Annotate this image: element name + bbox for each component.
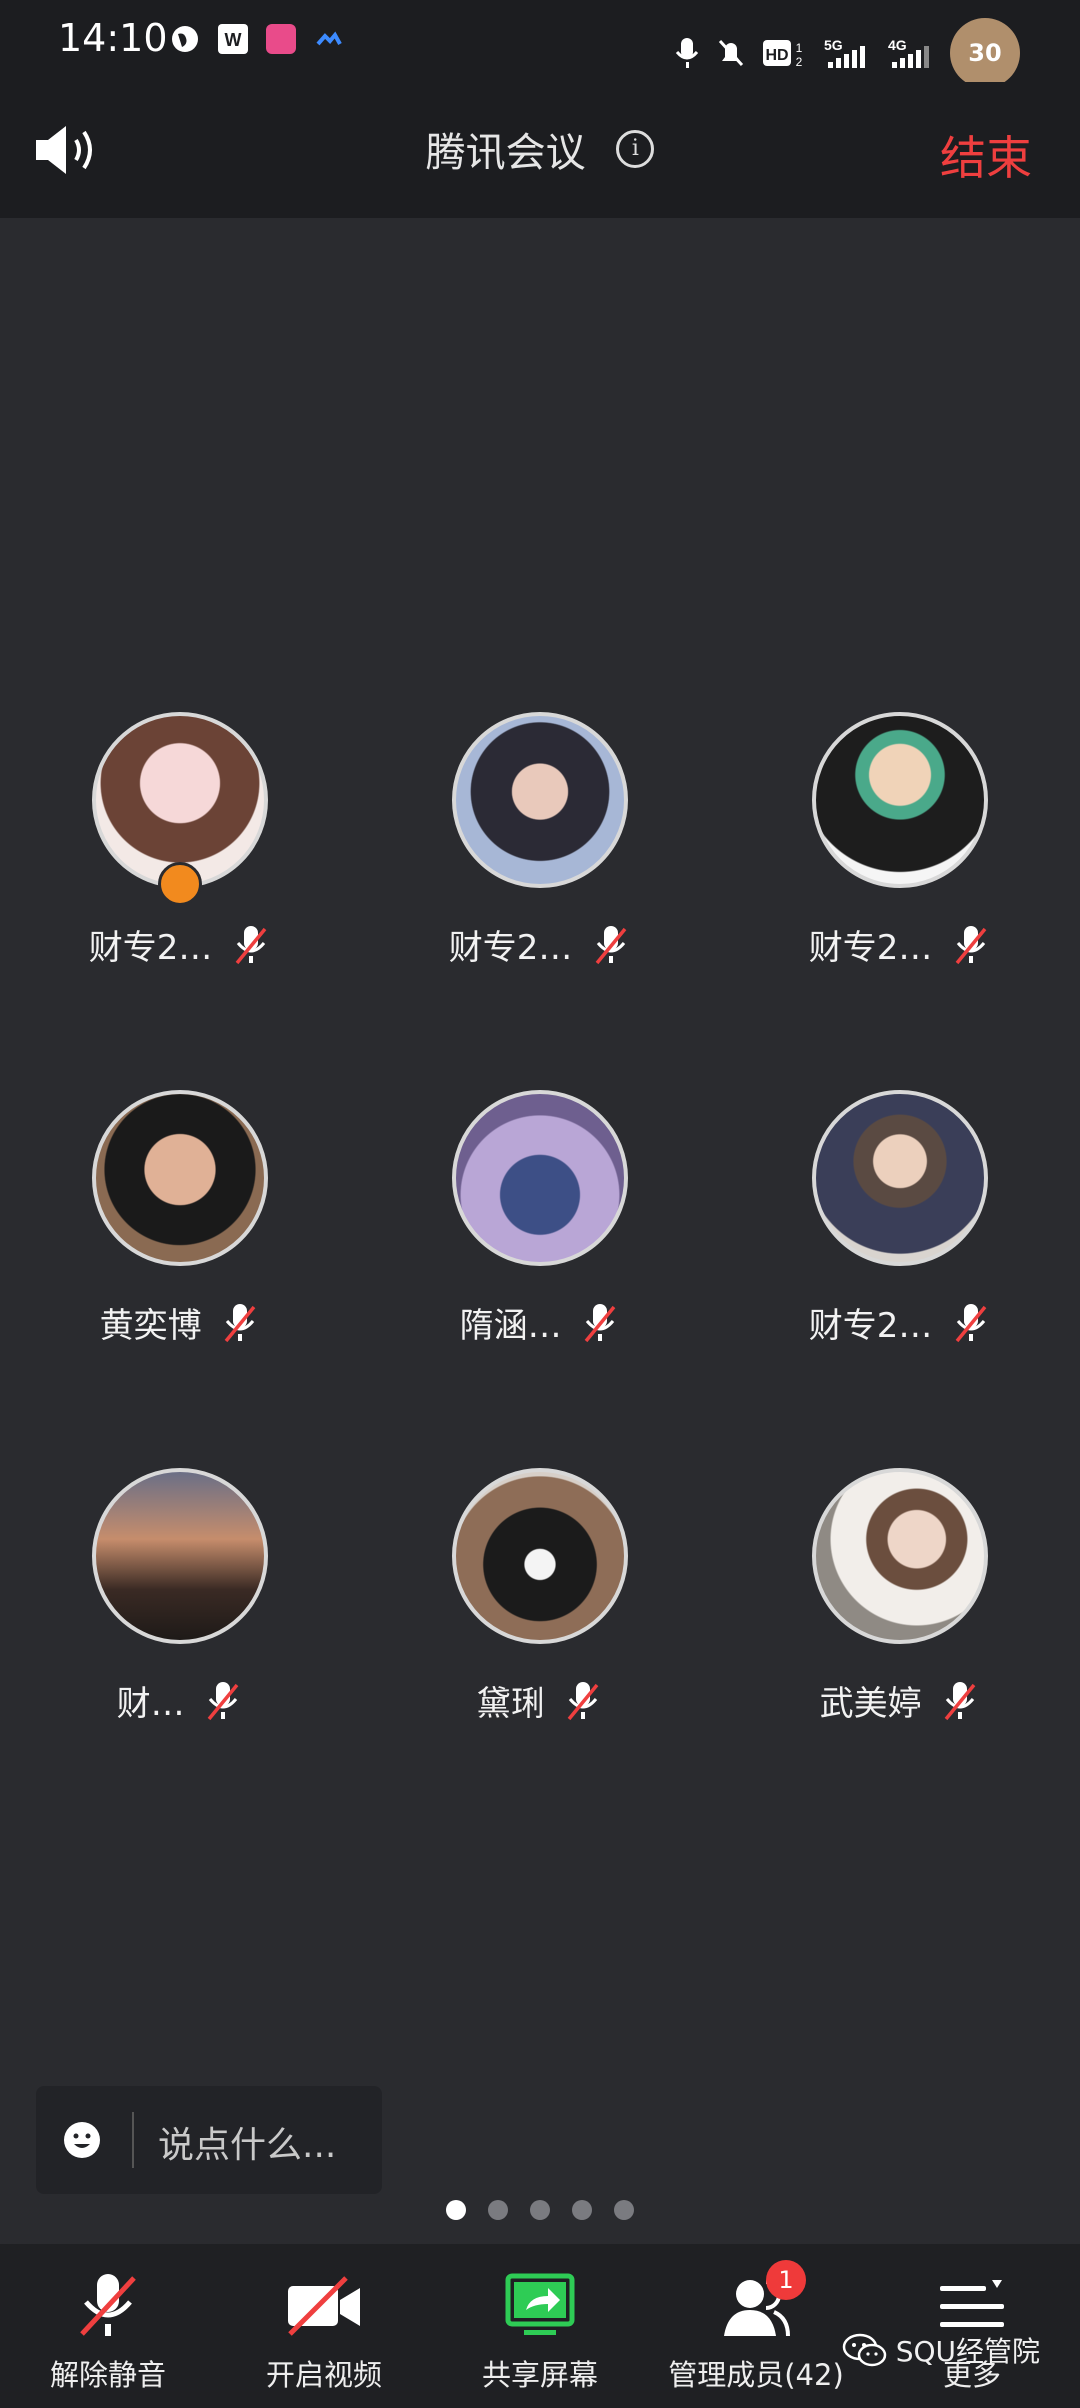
chat-divider xyxy=(132,2112,134,2168)
share-screen-label: 共享屏幕 xyxy=(481,2358,598,2392)
participant-name: 隋涵… xyxy=(459,1306,562,1346)
avatar xyxy=(812,712,988,888)
wechat-icon xyxy=(842,2333,886,2367)
emoji-icon[interactable] xyxy=(62,2120,102,2160)
svg-text:1: 1 xyxy=(796,41,803,55)
hd-icon: HD 12 xyxy=(763,40,803,68)
watermark: SQU经管院 xyxy=(842,2330,1040,2370)
mic-muted-icon xyxy=(585,1303,616,1342)
battery-level: 30 xyxy=(968,39,1002,67)
avatar xyxy=(92,1468,268,1644)
status-bar: 14:10 W HD 1 2 5G 4G 30 xyxy=(0,0,1080,88)
manage-members-label: 管理成员(42) xyxy=(668,2358,844,2392)
svg-text:4G: 4G xyxy=(888,37,907,53)
avatar xyxy=(452,1468,628,1644)
unmute-label: 解除静音 xyxy=(49,2358,166,2392)
chat-input[interactable]: 说点什么... xyxy=(36,2086,382,2194)
avatar xyxy=(812,1468,988,1644)
participant-name-row: 财专2… xyxy=(720,1298,1080,1347)
mic-muted-icon xyxy=(955,925,987,964)
participant-name: 黄奕博 xyxy=(99,1306,202,1346)
participant-name: 财… xyxy=(116,1684,185,1724)
manage-members-button[interactable]: 1 管理成员(42) xyxy=(648,2244,864,2408)
status-icons-right: HD 1 2 5G 4G 30 xyxy=(674,18,1020,88)
share-screen-button[interactable]: 共享屏幕 xyxy=(432,2244,648,2408)
wps-icon: W xyxy=(218,24,248,54)
page-dot[interactable] xyxy=(614,2200,634,2220)
svg-text:2: 2 xyxy=(796,55,803,68)
avatar xyxy=(452,712,628,888)
participant-name: 黛琍 xyxy=(476,1684,545,1724)
mic-muted-icon xyxy=(945,1681,976,1720)
participant-name: 财专2… xyxy=(808,1306,933,1346)
avatar xyxy=(812,1090,988,1266)
meeting-app-icon xyxy=(316,31,342,46)
5g-signal-icon: 5G xyxy=(824,37,865,68)
avatar xyxy=(452,1090,628,1266)
globe-icon xyxy=(172,26,198,52)
info-icon[interactable]: i xyxy=(616,130,655,168)
mic-muted-icon xyxy=(208,1681,239,1720)
host-badge-icon xyxy=(158,862,202,906)
meeting-title[interactable]: 腾讯会议 i xyxy=(0,120,1080,178)
4g-signal-icon: 4G xyxy=(888,37,929,68)
participant-name-row: 武美婷 xyxy=(720,1676,1080,1725)
participant-name-row: 隋涵… xyxy=(360,1298,720,1347)
participant-name-row: 黄奕博 xyxy=(0,1298,360,1347)
participant-name-row: 黛琍 xyxy=(360,1676,720,1725)
start-video-button[interactable]: 开启视频 xyxy=(216,2244,432,2408)
participant-name-row: 财… xyxy=(0,1676,360,1725)
participant-name: 财专2… xyxy=(448,928,573,968)
participant-name-row: 财专2… xyxy=(0,920,360,969)
end-meeting-button[interactable]: 结束 xyxy=(940,122,1032,188)
status-icons-left: W xyxy=(170,24,344,54)
page-indicator xyxy=(0,2200,1080,2220)
chat-placeholder: 说点什么... xyxy=(158,2125,337,2166)
mute-bell-icon xyxy=(718,39,744,67)
avatar xyxy=(92,1090,268,1266)
mic-indicator-icon xyxy=(675,38,699,68)
meeting-header: 腾讯会议 i 结束 xyxy=(0,82,1080,218)
unmute-button[interactable]: 解除静音 xyxy=(0,2244,216,2408)
meeting-title-text: 腾讯会议 xyxy=(425,130,586,176)
share-screen-icon xyxy=(505,2273,575,2335)
participant-name: 财专2… xyxy=(808,928,933,968)
page-dot[interactable] xyxy=(488,2200,508,2220)
participant-name: 财专2… xyxy=(88,928,213,968)
battery-indicator: 30 xyxy=(950,18,1020,88)
start-video-label: 开启视频 xyxy=(265,2358,382,2392)
svg-text:5G: 5G xyxy=(824,37,843,53)
page-dot[interactable] xyxy=(530,2200,550,2220)
mic-muted-icon xyxy=(225,1303,256,1342)
mic-muted-icon xyxy=(235,925,267,964)
status-time: 14:10 xyxy=(58,16,168,60)
participant-name: 武美婷 xyxy=(819,1684,922,1724)
bottom-toolbar: 解除静音 开启视频 共享屏幕 1 管理成员(42) 更多 xyxy=(0,2244,1080,2408)
page-dot[interactable] xyxy=(572,2200,592,2220)
page-dot[interactable] xyxy=(446,2200,466,2220)
more-button[interactable]: 更多 xyxy=(864,2244,1080,2408)
svg-text:HD: HD xyxy=(765,47,788,64)
mic-muted-icon xyxy=(595,925,627,964)
members-badge: 1 xyxy=(766,2260,806,2300)
mic-muted-icon xyxy=(568,1681,599,1720)
lalu-app-icon xyxy=(266,24,296,54)
video-off-icon xyxy=(288,2276,360,2336)
mic-muted-icon xyxy=(80,2274,136,2336)
watermark-text: SQU经管院 xyxy=(895,2335,1040,2368)
svg-text:W: W xyxy=(225,30,242,50)
participant-name-row: 财专2… xyxy=(720,920,1080,969)
participant-name-row: 财专2… xyxy=(360,920,720,969)
mic-muted-icon xyxy=(955,1303,987,1342)
